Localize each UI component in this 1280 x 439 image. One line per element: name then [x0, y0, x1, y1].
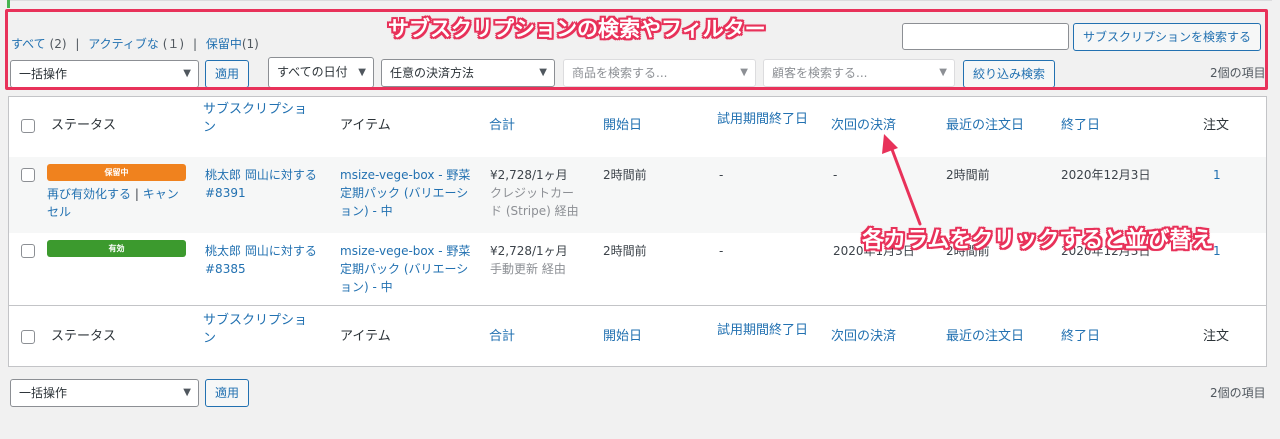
items-count-bottom: 2個の項目 [1210, 386, 1266, 400]
column-subscription-label-l1: サブスクリプショ [203, 102, 308, 117]
item-cell[interactable]: msize-vege-box - 野菜 定期パック (バリエーシ ョン) - 中 [340, 166, 470, 220]
annotation-arrow-icon [882, 134, 922, 226]
subscription-cell[interactable]: 桃太郎 岡山に対する #8385 [205, 242, 317, 278]
column-end-date[interactable]: 終了日 [1061, 117, 1100, 135]
column-subscription-label-l2: ン [203, 120, 217, 135]
column-trial-end[interactable]: 試用期間終了日 [717, 111, 808, 129]
status-badge: 保留中 [47, 164, 186, 181]
column-orders: 注文 [1203, 118, 1230, 133]
start-date-cell: 2時間前 [603, 244, 647, 258]
notice-accent-bar [7, 0, 10, 8]
bulk-action-select-bottom[interactable]: 一括操作 ▼ [10, 379, 199, 407]
orders-link[interactable]: 1 [1213, 244, 1221, 258]
column-subscription[interactable]: サブスクリプショ ン [203, 312, 307, 348]
column-subscription-label-l1: サブスクリプショ [203, 313, 308, 328]
column-next-payment[interactable]: 次回の決済 [831, 328, 896, 346]
item-link[interactable]: msize-vege-box - 野菜 定期パック (バリエーシ ョン) - 中 [340, 244, 470, 294]
row-actions: 再び有効化する | キャン セル [47, 185, 192, 221]
column-start-date[interactable]: 開始日 [603, 117, 642, 135]
notice-border [10, 0, 1272, 1]
next-payment-cell: - [833, 168, 838, 182]
subscription-link[interactable]: 桃太郎 岡山に対する #8385 [205, 244, 317, 276]
subscription-cell[interactable]: 桃太郎 岡山に対する #8391 [205, 166, 317, 202]
total-cell: ¥2,728/1ヶ月 手動更新 経由 [490, 242, 568, 278]
column-last-order[interactable]: 最近の注文日 [946, 117, 1024, 135]
column-status: ステータス [51, 118, 117, 133]
sort-annotation: 各カラムをクリックすると並び替え [862, 228, 1214, 253]
bulk-action-value: 一括操作 [19, 386, 68, 400]
orders-cell[interactable]: 1 [1213, 166, 1221, 184]
filter-annotation-title: サブスクリプションの検索やフィルター [388, 17, 766, 41]
action-separator: | [131, 187, 143, 201]
column-subscription-label-l2: ン [203, 331, 217, 346]
end-date-cell: 2020年12月3日 [1061, 168, 1151, 182]
column-end-date[interactable]: 終了日 [1061, 328, 1100, 346]
row-checkbox[interactable] [21, 168, 35, 182]
column-total[interactable]: 合計 [489, 328, 515, 346]
last-order-cell: 2時間前 [946, 168, 990, 182]
column-orders: 注文 [1203, 329, 1230, 344]
column-total[interactable]: 合計 [489, 117, 515, 135]
total-cell: ¥2,728/1ヶ月 クレジットカー ド (Stripe) 経由 [490, 166, 579, 220]
total-value: ¥2,728/1ヶ月 [490, 168, 568, 182]
trial-end-cell: - [719, 168, 724, 182]
trial-end-cell: - [719, 244, 724, 258]
orders-cell[interactable]: 1 [1213, 242, 1221, 260]
column-item: アイテム [340, 329, 391, 344]
column-status: ステータス [51, 329, 117, 344]
table-header: ステータス サブスクリプショ ン アイテム 合計 開始日 試用期間終了日 次回の… [9, 97, 1266, 158]
payment-method-l1: 手動更新 経由 [490, 262, 566, 276]
orders-link[interactable]: 1 [1213, 168, 1221, 182]
status-badge: 有効 [47, 240, 186, 257]
reactivate-link[interactable]: 再び有効化する [47, 187, 131, 201]
payment-method-l2: ド (Stripe) 経由 [490, 204, 579, 218]
column-start-date[interactable]: 開始日 [603, 328, 642, 346]
column-last-order[interactable]: 最近の注文日 [946, 328, 1024, 346]
item-cell[interactable]: msize-vege-box - 野菜 定期パック (バリエーシ ョン) - 中 [340, 242, 470, 296]
subscription-link[interactable]: 桃太郎 岡山に対する #8391 [205, 168, 317, 200]
column-trial-end[interactable]: 試用期間終了日 [717, 322, 808, 340]
apply-button-bottom[interactable]: 適用 [205, 379, 250, 407]
column-subscription[interactable]: サブスクリプショ ン [203, 101, 307, 137]
chevron-down-icon: ▼ [183, 387, 191, 398]
select-all-checkbox-footer[interactable] [21, 330, 35, 344]
start-date-cell: 2時間前 [603, 168, 647, 182]
payment-method-l1: クレジットカー [490, 186, 575, 200]
column-item: アイテム [340, 118, 391, 133]
item-link[interactable]: msize-vege-box - 野菜 定期パック (バリエーシ ョン) - 中 [340, 168, 470, 218]
row-checkbox[interactable] [21, 244, 35, 258]
table-footer: ステータス サブスクリプショ ン アイテム 合計 開始日 試用期間終了日 次回の… [9, 305, 1266, 368]
total-value: ¥2,728/1ヶ月 [490, 244, 568, 258]
select-all-checkbox[interactable] [21, 119, 35, 133]
